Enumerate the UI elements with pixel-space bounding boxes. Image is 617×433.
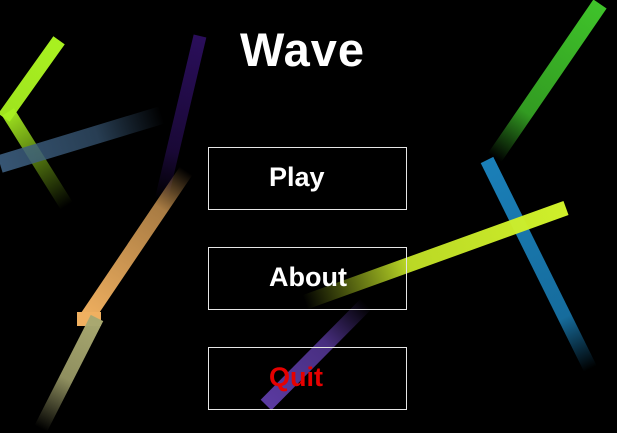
play-button[interactable]: Play bbox=[208, 147, 407, 210]
quit-button-label: Quit bbox=[269, 362, 323, 392]
orange-streak bbox=[77, 163, 195, 327]
play-button-label: Play bbox=[269, 162, 325, 192]
game-title: Wave bbox=[239, 23, 366, 76]
cyan-blue-streak bbox=[480, 156, 599, 376]
quit-button[interactable]: Quit bbox=[208, 347, 407, 410]
about-button-label: About bbox=[269, 262, 347, 292]
game-menu-screen: Wave Play About Quit bbox=[0, 0, 617, 433]
olive-streak bbox=[33, 314, 104, 433]
about-button[interactable]: About bbox=[208, 247, 407, 310]
